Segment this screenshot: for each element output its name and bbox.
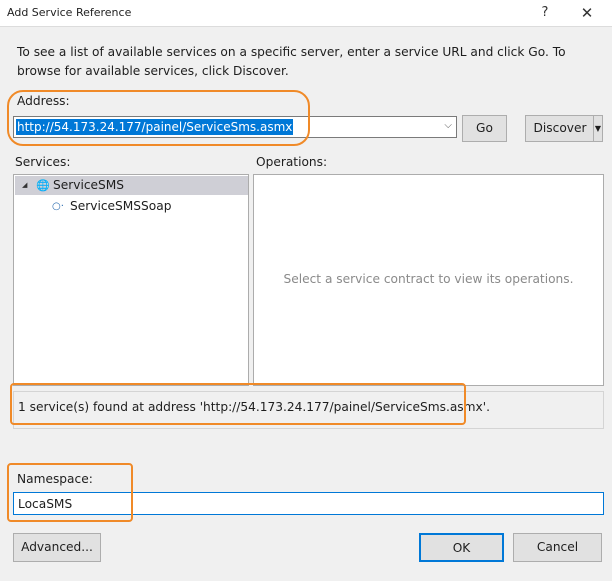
- status-box: 1 service(s) found at address 'http://54…: [13, 391, 604, 429]
- close-button[interactable]: ✕: [574, 2, 600, 24]
- tree-item-label: ServiceSMSSoap: [70, 199, 172, 213]
- status-message: 1 service(s) found at address 'http://54…: [18, 400, 490, 414]
- operations-empty-message: Select a service contract to view its op…: [283, 272, 574, 286]
- intro-text: To see a list of available services on a…: [17, 45, 566, 78]
- tree-item-label: ServiceSMS: [53, 178, 125, 192]
- namespace-field-wrapper[interactable]: [13, 492, 604, 515]
- namespace-input[interactable]: [14, 493, 603, 514]
- services-label: Services:: [15, 155, 71, 169]
- ok-button[interactable]: OK: [419, 533, 504, 562]
- globe-icon: 🌐: [36, 179, 50, 192]
- address-value[interactable]: http://54.173.24.177/painel/ServiceSms.a…: [16, 119, 294, 135]
- address-label: Address:: [17, 94, 70, 108]
- services-tree[interactable]: ◢ 🌐 ServiceSMS ○· ServiceSMSSoap: [13, 174, 249, 386]
- go-button[interactable]: Go: [462, 115, 507, 142]
- expander-triangle-icon[interactable]: ◢: [22, 176, 27, 195]
- discover-button[interactable]: Discover: [525, 115, 594, 142]
- operations-label: Operations:: [256, 155, 328, 169]
- operations-list[interactable]: Select a service contract to view its op…: [253, 174, 604, 386]
- window-title: Add Service Reference: [7, 6, 132, 19]
- tree-item-service[interactable]: ◢ 🌐 ServiceSMS: [15, 176, 248, 195]
- title-bar: Add Service Reference ? ✕: [0, 0, 612, 27]
- cancel-button[interactable]: Cancel: [513, 533, 602, 562]
- help-button[interactable]: ?: [532, 2, 558, 24]
- tree-item-soap[interactable]: ○· ServiceSMSSoap: [15, 197, 248, 216]
- chevron-down-icon[interactable]: ⌵: [444, 120, 452, 131]
- discover-dropdown-arrow-icon[interactable]: ▼: [593, 115, 603, 142]
- address-combobox[interactable]: http://54.173.24.177/painel/ServiceSms.a…: [13, 116, 457, 138]
- namespace-label: Namespace:: [17, 472, 93, 486]
- interface-icon: ○·: [52, 201, 64, 212]
- advanced-button[interactable]: Advanced...: [13, 533, 101, 562]
